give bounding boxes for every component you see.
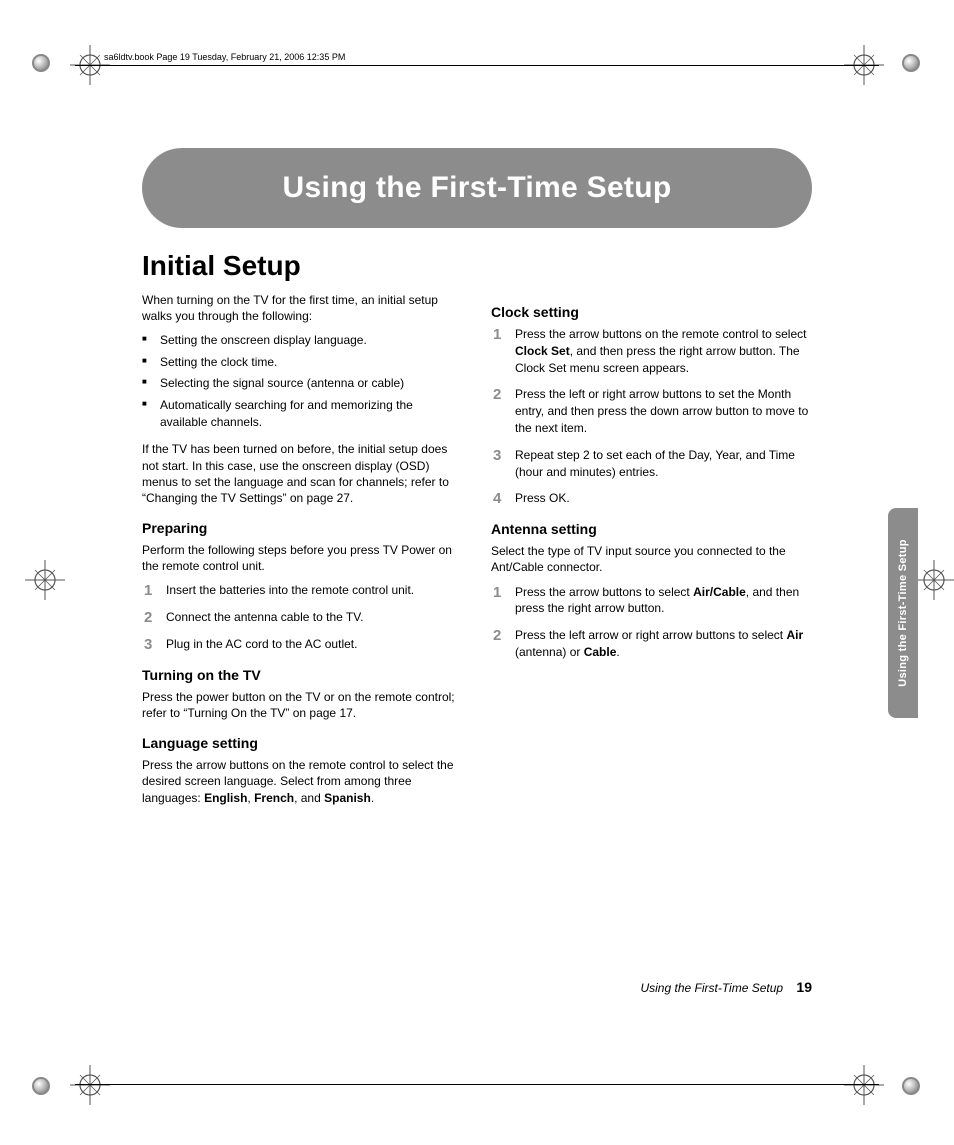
registration-mark-icon (25, 560, 65, 600)
turning-on-heading: Turning on the TV (142, 667, 463, 683)
step-item: Connect the antenna cable to the TV. (166, 609, 463, 626)
registration-dot-icon (902, 54, 922, 74)
registration-mark-icon (844, 1065, 884, 1105)
running-header: sa6ldtv.book Page 19 Tuesday, February 2… (100, 52, 349, 62)
bullet-item: Setting the clock time. (160, 354, 463, 371)
language-body: Press the arrow buttons on the remote co… (142, 757, 463, 806)
registration-dot-icon (32, 1077, 52, 1097)
bold-text: English (204, 791, 247, 805)
after-bullets-paragraph: If the TV has been turned on before, the… (142, 441, 463, 506)
header-rule (75, 65, 879, 66)
right-column: Clock setting Press the arrow buttons on… (491, 250, 812, 814)
bold-text: Air (786, 628, 803, 642)
side-tab-label: Using the First-Time Setup (897, 539, 909, 687)
preparing-steps: Insert the batteries into the remote con… (142, 582, 463, 652)
step-item: Press OK. (515, 490, 812, 507)
step-item: Insert the batteries into the remote con… (166, 582, 463, 599)
preparing-body: Perform the following steps before you p… (142, 542, 463, 574)
intro-bullets: Setting the onscreen display language. S… (142, 332, 463, 431)
footer-title: Using the First-Time Setup (640, 981, 783, 995)
bullet-item: Automatically searching for and memorizi… (160, 397, 463, 432)
page-footer: Using the First-Time Setup 19 (640, 979, 812, 995)
step-item: Plug in the AC cord to the AC outlet. (166, 636, 463, 653)
bold-text: Spanish (324, 791, 371, 805)
content-area: Initial Setup When turning on the TV for… (142, 250, 812, 814)
text: Press the left arrow or right arrow butt… (515, 628, 786, 642)
text: (antenna) or (515, 645, 584, 659)
bold-text: Cable (584, 645, 617, 659)
text: . (616, 645, 619, 659)
step-item: Press the left or right arrow buttons to… (515, 386, 812, 436)
step-item: Press the arrow buttons on the remote co… (515, 326, 812, 376)
page-number: 19 (796, 979, 812, 995)
registration-mark-icon (70, 1065, 110, 1105)
bold-text: Air/Cable (693, 585, 746, 599)
left-column: Initial Setup When turning on the TV for… (142, 250, 463, 814)
registration-mark-icon (914, 560, 954, 600)
preparing-heading: Preparing (142, 520, 463, 536)
clock-steps: Press the arrow buttons on the remote co… (491, 326, 812, 507)
chapter-banner: Using the First-Time Setup (142, 148, 812, 228)
turning-on-body: Press the power button on the TV or on t… (142, 689, 463, 721)
step-item: Repeat step 2 to set each of the Day, Ye… (515, 447, 812, 481)
text: Press the arrow buttons on the remote co… (142, 758, 454, 804)
registration-dot-icon (32, 54, 52, 74)
clock-heading: Clock setting (491, 304, 812, 320)
step-item: Press the arrow buttons to select Air/Ca… (515, 584, 812, 618)
bullet-item: Setting the onscreen display language. (160, 332, 463, 349)
section-heading: Initial Setup (142, 250, 463, 282)
side-tab: Using the First-Time Setup (888, 508, 918, 718)
intro-paragraph: When turning on the TV for the first tim… (142, 292, 463, 324)
antenna-body: Select the type of TV input source you c… (491, 543, 812, 575)
chapter-title: Using the First-Time Setup (283, 171, 672, 205)
bullet-item: Selecting the signal source (antenna or … (160, 375, 463, 392)
text: Press the arrow buttons to select (515, 585, 693, 599)
footer-rule (75, 1084, 879, 1085)
step-item: Press the left arrow or right arrow butt… (515, 627, 812, 661)
bold-text: French (254, 791, 294, 805)
antenna-steps: Press the arrow buttons to select Air/Ca… (491, 584, 812, 661)
language-heading: Language setting (142, 735, 463, 751)
text: Press the arrow buttons on the remote co… (515, 327, 806, 341)
registration-dot-icon (902, 1077, 922, 1097)
antenna-heading: Antenna setting (491, 521, 812, 537)
bold-text: Clock Set (515, 344, 570, 358)
